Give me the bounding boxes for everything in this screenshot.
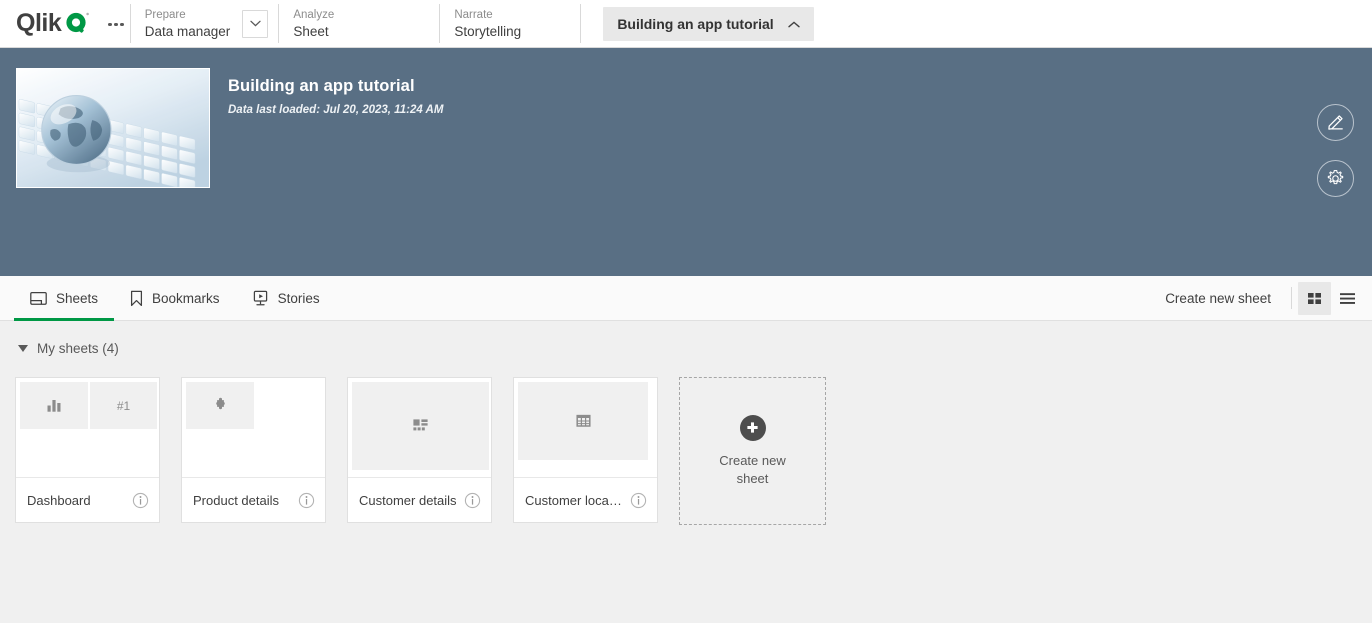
grid-icon xyxy=(1306,290,1323,307)
app-banner-actions xyxy=(1317,104,1354,197)
logo-zone: Qlik xyxy=(0,0,130,47)
sheet-name: Product details xyxy=(193,492,279,508)
app-overview-tabbar: Sheets Bookmarks Stories Create new shee… xyxy=(0,276,1372,321)
nav-section-analyze[interactable]: Analyze Sheet xyxy=(279,0,439,47)
nav-section-kicker: Narrate xyxy=(454,8,493,21)
nav-section-narrate[interactable]: Narrate Storytelling xyxy=(440,0,580,47)
sheet-card-footer: Dashboard xyxy=(16,478,159,522)
create-new-sheet-card-label: Create new sheet xyxy=(719,452,786,486)
sheet-thumbnail: #1 xyxy=(16,378,159,478)
bar-chart-icon xyxy=(20,382,88,429)
table-icon xyxy=(518,382,648,460)
info-icon[interactable] xyxy=(464,492,481,509)
kpi-label: #1 xyxy=(116,398,131,413)
filter-pane-icon xyxy=(352,382,489,470)
kpi-icon: #1 xyxy=(90,382,157,429)
info-icon[interactable] xyxy=(132,492,149,509)
app-selector-label: Building an app tutorial xyxy=(617,15,774,32)
sheet-card-product-details[interactable]: Product details xyxy=(181,377,326,523)
nav-labels: Prepare Data manager xyxy=(145,8,231,40)
sheet-name: Customer location xyxy=(525,492,624,508)
qlik-logo-text: Qlik xyxy=(16,9,62,37)
plus-circle-icon xyxy=(739,414,766,441)
list-icon xyxy=(1338,290,1357,307)
tabbar-actions: Create new sheet xyxy=(1151,276,1372,320)
extension-puzzle-icon xyxy=(186,382,254,429)
nav-section-kicker: Prepare xyxy=(144,8,186,21)
app-overview-content: My sheets (4) #1 Dashboard Product detai… xyxy=(0,321,1372,525)
nav-section-kicker: Analyze xyxy=(293,8,335,21)
chevron-down-icon[interactable] xyxy=(242,9,269,38)
nav-labels: Analyze Sheet xyxy=(293,8,334,40)
app-banner-text: Building an app tutorial Data last loade… xyxy=(210,68,443,276)
app-settings-button[interactable] xyxy=(1317,160,1354,197)
tab-sheets[interactable]: Sheets xyxy=(14,276,115,321)
nav-section-prepare[interactable]: Prepare Data manager xyxy=(131,0,279,47)
sheet-card-footer: Product details xyxy=(182,478,325,522)
bookmark-icon xyxy=(130,290,143,307)
data-last-loaded-label: Data last loaded: Jul 20, 2023, 11:24 AM xyxy=(228,104,444,116)
qlik-q-icon xyxy=(65,11,90,36)
sheet-card-footer: Customer details xyxy=(348,478,491,522)
my-sheets-group-header[interactable]: My sheets (4) xyxy=(0,341,1372,356)
pencil-icon xyxy=(1326,113,1345,132)
sheet-card-footer: Customer location xyxy=(514,478,657,522)
tab-bookmarks[interactable]: Bookmarks xyxy=(114,276,236,320)
tab-label: Bookmarks xyxy=(152,290,220,306)
sheet-card-dashboard[interactable]: #1 Dashboard xyxy=(15,377,160,523)
sheet-icon xyxy=(30,291,47,306)
qlik-logo[interactable]: Qlik xyxy=(16,11,90,36)
nav-section-label: Storytelling xyxy=(454,23,522,39)
sheet-thumbnail xyxy=(514,378,657,478)
caret-down-icon xyxy=(18,345,28,352)
dot xyxy=(108,22,112,27)
sheet-card-customer-location[interactable]: Customer location xyxy=(513,377,658,523)
sheet-name: Customer details xyxy=(359,492,457,508)
tab-label: Sheets xyxy=(56,290,99,306)
tab-stories[interactable]: Stories xyxy=(236,276,336,320)
nav-labels: Narrate Storytelling xyxy=(454,8,521,40)
info-icon[interactable] xyxy=(630,492,647,509)
tab-label: Stories xyxy=(277,290,320,306)
app-selector-button[interactable]: Building an app tutorial xyxy=(603,6,814,41)
top-navigation-bar: Qlik Prepare Data manager Analyze Sheet … xyxy=(0,0,1372,48)
app-thumbnail-globe-keyboard xyxy=(16,68,210,188)
app-banner: Building an app tutorial Data last loade… xyxy=(0,48,1372,276)
dot xyxy=(120,22,124,27)
grid-view-toggle[interactable] xyxy=(1298,281,1331,315)
info-icon[interactable] xyxy=(298,492,315,509)
sheet-thumbnail xyxy=(182,378,325,478)
my-sheets-group-label: My sheets (4) xyxy=(37,341,119,356)
story-icon xyxy=(252,290,269,307)
sheet-card-list: #1 Dashboard Product details Customer de… xyxy=(0,377,1372,525)
chevron-up-icon xyxy=(787,15,800,33)
divider xyxy=(1291,287,1292,309)
sheet-thumbnail xyxy=(348,378,491,478)
nav-section-label: Sheet xyxy=(293,23,329,39)
create-new-sheet-link[interactable]: Create new sheet xyxy=(1151,291,1285,306)
gear-icon xyxy=(1326,169,1345,188)
nav-divider xyxy=(580,4,582,43)
list-view-toggle[interactable] xyxy=(1331,282,1364,315)
ellipsis-icon[interactable] xyxy=(102,13,130,35)
edit-app-button[interactable] xyxy=(1317,104,1354,141)
sheet-card-customer-details[interactable]: Customer details xyxy=(347,377,492,523)
sheet-name: Dashboard xyxy=(27,492,91,508)
app-title: Building an app tutorial xyxy=(228,77,415,95)
nav-section-label: Data manager xyxy=(144,23,231,39)
create-new-sheet-card[interactable]: Create new sheet xyxy=(679,377,826,525)
tab-list: Sheets Bookmarks Stories xyxy=(0,276,336,321)
dot xyxy=(114,22,118,27)
